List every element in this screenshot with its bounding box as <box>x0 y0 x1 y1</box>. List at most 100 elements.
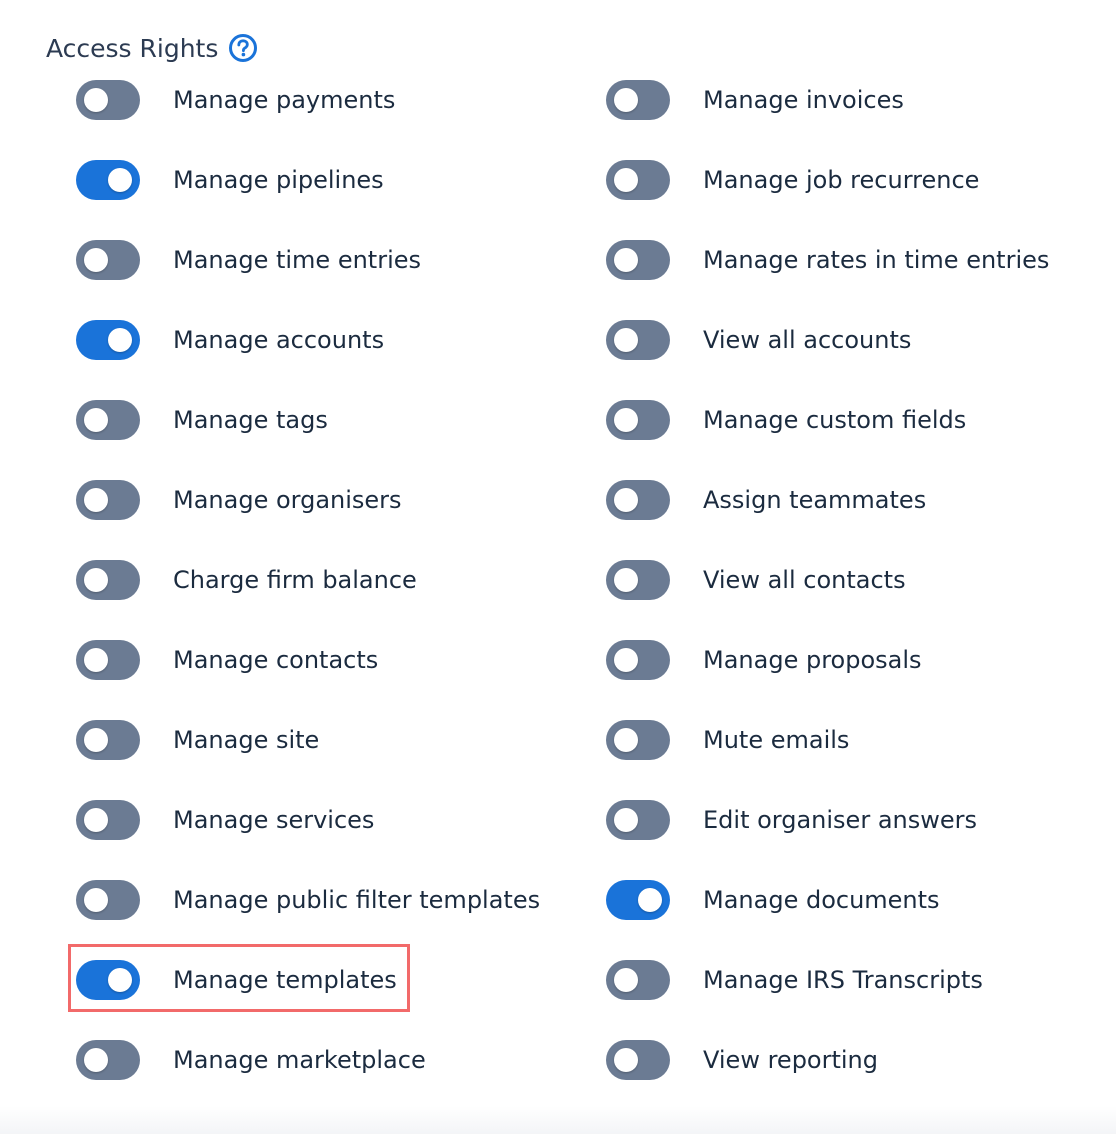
question-circle-icon[interactable] <box>228 33 258 63</box>
toggle-knob <box>614 168 638 192</box>
permission-label: View all accounts <box>703 326 912 354</box>
permissions-right-column: Manage invoices Manage job recurrence Mana… <box>606 60 1106 1100</box>
toggle-knob <box>614 328 638 352</box>
permissions-left-column: Manage payments Manage pipelines Manage ti… <box>76 60 596 1100</box>
permission-label: Manage accounts <box>173 326 385 354</box>
permission-row: Manage documents <box>606 860 1106 940</box>
toggle-knob <box>84 888 108 912</box>
toggle-knob <box>614 1048 638 1072</box>
permission-label: Assign teammates <box>703 486 927 514</box>
permission-row: Manage services <box>76 780 596 860</box>
permission-toggle-left-3[interactable] <box>76 320 140 360</box>
permission-toggle-left-9[interactable] <box>76 800 140 840</box>
permission-toggle-left-11[interactable] <box>76 960 140 1000</box>
toggle-knob <box>84 1048 108 1072</box>
permission-toggle-right-5[interactable] <box>606 480 670 520</box>
toggle-knob <box>108 968 132 992</box>
permission-toggle-right-12[interactable] <box>606 1040 670 1080</box>
toggle-knob <box>614 568 638 592</box>
permission-label: Manage contacts <box>173 646 379 674</box>
permission-label: Manage services <box>173 806 375 834</box>
toggle-knob <box>614 408 638 432</box>
toggle-knob <box>108 168 132 192</box>
permission-label: Manage IRS Transcripts <box>703 966 983 994</box>
permission-row: Manage invoices <box>606 60 1106 140</box>
permission-toggle-right-11[interactable] <box>606 960 670 1000</box>
permission-label: Manage tags <box>173 406 328 434</box>
permission-row: View all contacts <box>606 540 1106 620</box>
permission-label: Mute emails <box>703 726 850 754</box>
toggle-knob <box>84 568 108 592</box>
permission-row: Manage templates <box>76 940 596 1020</box>
permission-row: Manage custom fields <box>606 380 1106 460</box>
permission-label: Manage proposals <box>703 646 922 674</box>
permission-toggle-left-0[interactable] <box>76 80 140 120</box>
toggle-knob <box>614 88 638 112</box>
permission-row: Assign teammates <box>606 460 1106 540</box>
permission-row: View reporting <box>606 1020 1106 1100</box>
permission-row: Manage marketplace <box>76 1020 596 1100</box>
permission-row: Manage payments <box>76 60 596 140</box>
toggle-knob <box>638 888 662 912</box>
permission-toggle-left-5[interactable] <box>76 480 140 520</box>
permission-toggle-right-9[interactable] <box>606 800 670 840</box>
permission-label: Manage marketplace <box>173 1046 426 1074</box>
permission-row: Manage time entries <box>76 220 596 300</box>
permission-toggle-right-10[interactable] <box>606 880 670 920</box>
permission-label: Manage pipelines <box>173 166 384 194</box>
toggle-knob <box>614 648 638 672</box>
permission-toggle-left-6[interactable] <box>76 560 140 600</box>
permission-row: Manage tags <box>76 380 596 460</box>
permission-row: Charge firm balance <box>76 540 596 620</box>
permission-label: Edit organiser answers <box>703 806 978 834</box>
permission-row: Manage rates in time entries <box>606 220 1106 300</box>
toggle-knob <box>614 808 638 832</box>
permission-toggle-left-7[interactable] <box>76 640 140 680</box>
permission-toggle-right-4[interactable] <box>606 400 670 440</box>
section-title: Access Rights <box>46 33 219 63</box>
permission-label: Manage rates in time entries <box>703 246 1050 274</box>
permission-toggle-right-7[interactable] <box>606 640 670 680</box>
permission-label: Manage job recurrence <box>703 166 980 194</box>
permission-label: Manage invoices <box>703 86 904 114</box>
toggle-knob <box>84 808 108 832</box>
permission-toggle-left-8[interactable] <box>76 720 140 760</box>
toggle-knob <box>614 248 638 272</box>
permission-row: Mute emails <box>606 700 1106 780</box>
permission-toggle-right-8[interactable] <box>606 720 670 760</box>
permission-row: View all accounts <box>606 300 1106 380</box>
permission-toggle-left-10[interactable] <box>76 880 140 920</box>
permission-toggle-right-3[interactable] <box>606 320 670 360</box>
toggle-knob <box>614 968 638 992</box>
permission-toggle-right-2[interactable] <box>606 240 670 280</box>
toggle-knob <box>84 488 108 512</box>
permission-row: Manage organisers <box>76 460 596 540</box>
permission-label: View all contacts <box>703 566 906 594</box>
permission-label: Manage organisers <box>173 486 402 514</box>
toggle-knob <box>84 408 108 432</box>
bottom-shade <box>0 1106 1116 1134</box>
permission-toggle-left-1[interactable] <box>76 160 140 200</box>
permission-row: Manage IRS Transcripts <box>606 940 1106 1020</box>
permission-toggle-right-1[interactable] <box>606 160 670 200</box>
permission-label: Manage templates <box>173 966 397 994</box>
permission-row: Manage pipelines <box>76 140 596 220</box>
permission-row: Edit organiser answers <box>606 780 1106 860</box>
permission-label: Manage custom fields <box>703 406 967 434</box>
permission-toggle-left-12[interactable] <box>76 1040 140 1080</box>
permission-label: Manage payments <box>173 86 396 114</box>
permission-label: View reporting <box>703 1046 878 1074</box>
permission-row: Manage proposals <box>606 620 1106 700</box>
toggle-knob <box>84 648 108 672</box>
permission-row: Manage site <box>76 700 596 780</box>
permission-label: Manage public filter templates <box>173 886 541 914</box>
permission-label: Manage documents <box>703 886 940 914</box>
permission-label: Manage site <box>173 726 320 754</box>
permission-toggle-left-4[interactable] <box>76 400 140 440</box>
permission-toggle-right-0[interactable] <box>606 80 670 120</box>
permission-row: Manage contacts <box>76 620 596 700</box>
permission-label: Manage time entries <box>173 246 422 274</box>
permission-toggle-left-2[interactable] <box>76 240 140 280</box>
toggle-knob <box>614 728 638 752</box>
permission-toggle-right-6[interactable] <box>606 560 670 600</box>
